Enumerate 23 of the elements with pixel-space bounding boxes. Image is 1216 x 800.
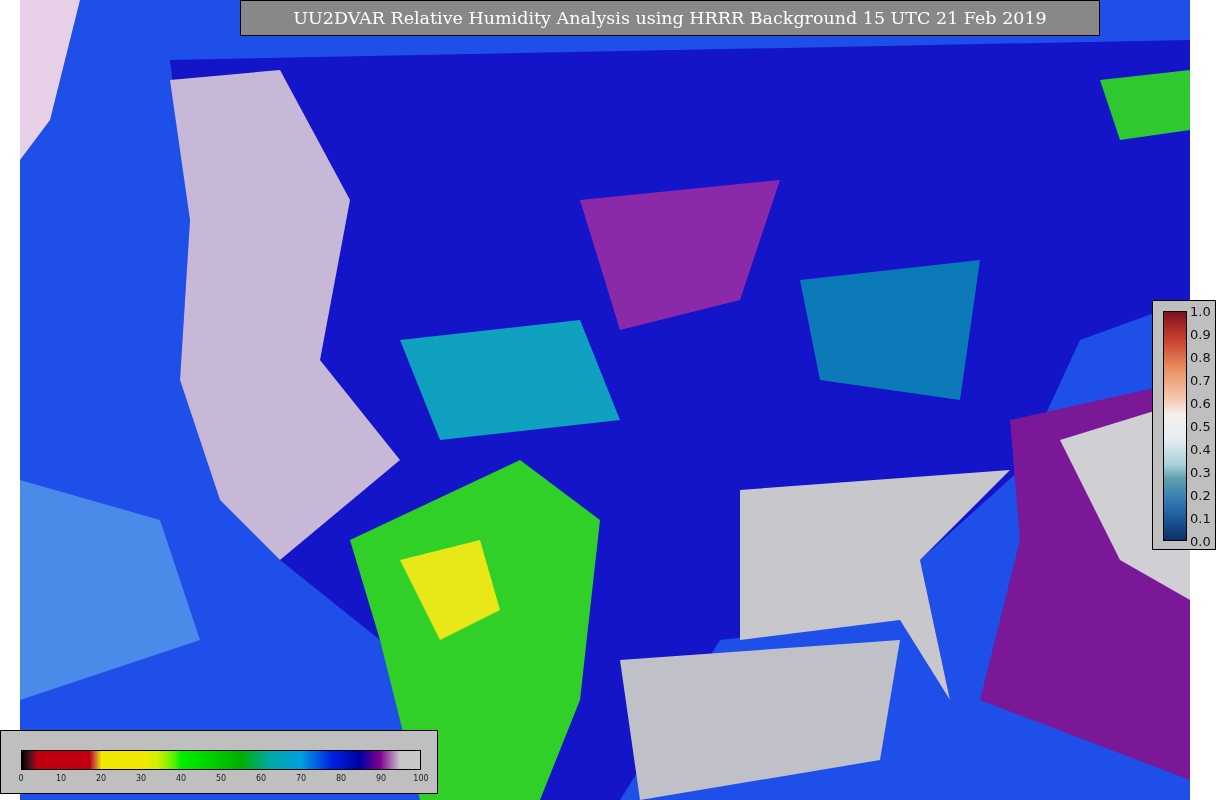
tick-label: 0.5 <box>1190 418 1211 436</box>
tick-label: 0.3 <box>1190 464 1211 482</box>
chart-title: UU2DVAR Relative Humidity Analysis using HRRR Background 15 UTC 21 Feb 2019 <box>240 0 1100 36</box>
tick-label: 10 <box>54 774 68 783</box>
tick-label: 0.1 <box>1190 510 1211 528</box>
tick-label: 0.8 <box>1190 349 1211 367</box>
tick-label: 0.4 <box>1190 441 1211 459</box>
tick-label: 0 <box>17 774 25 783</box>
tick-label: 0.0 <box>1190 533 1211 551</box>
tick-label: 60 <box>254 774 268 783</box>
tick-label: 100 <box>412 774 430 783</box>
tick-label: 0.9 <box>1190 326 1211 344</box>
tick-label: 40 <box>174 774 188 783</box>
tick-label: 1.0 <box>1190 303 1211 321</box>
tick-label: 90 <box>374 774 388 783</box>
tick-label: 30 <box>134 774 148 783</box>
tick-label: 0.2 <box>1190 487 1211 505</box>
tick-label: 20 <box>94 774 108 783</box>
tick-label: 50 <box>214 774 228 783</box>
tick-label: 0.7 <box>1190 372 1211 390</box>
tick-label: 0.6 <box>1190 395 1211 413</box>
tick-label: 80 <box>334 774 348 783</box>
tick-label: 70 <box>294 774 308 783</box>
